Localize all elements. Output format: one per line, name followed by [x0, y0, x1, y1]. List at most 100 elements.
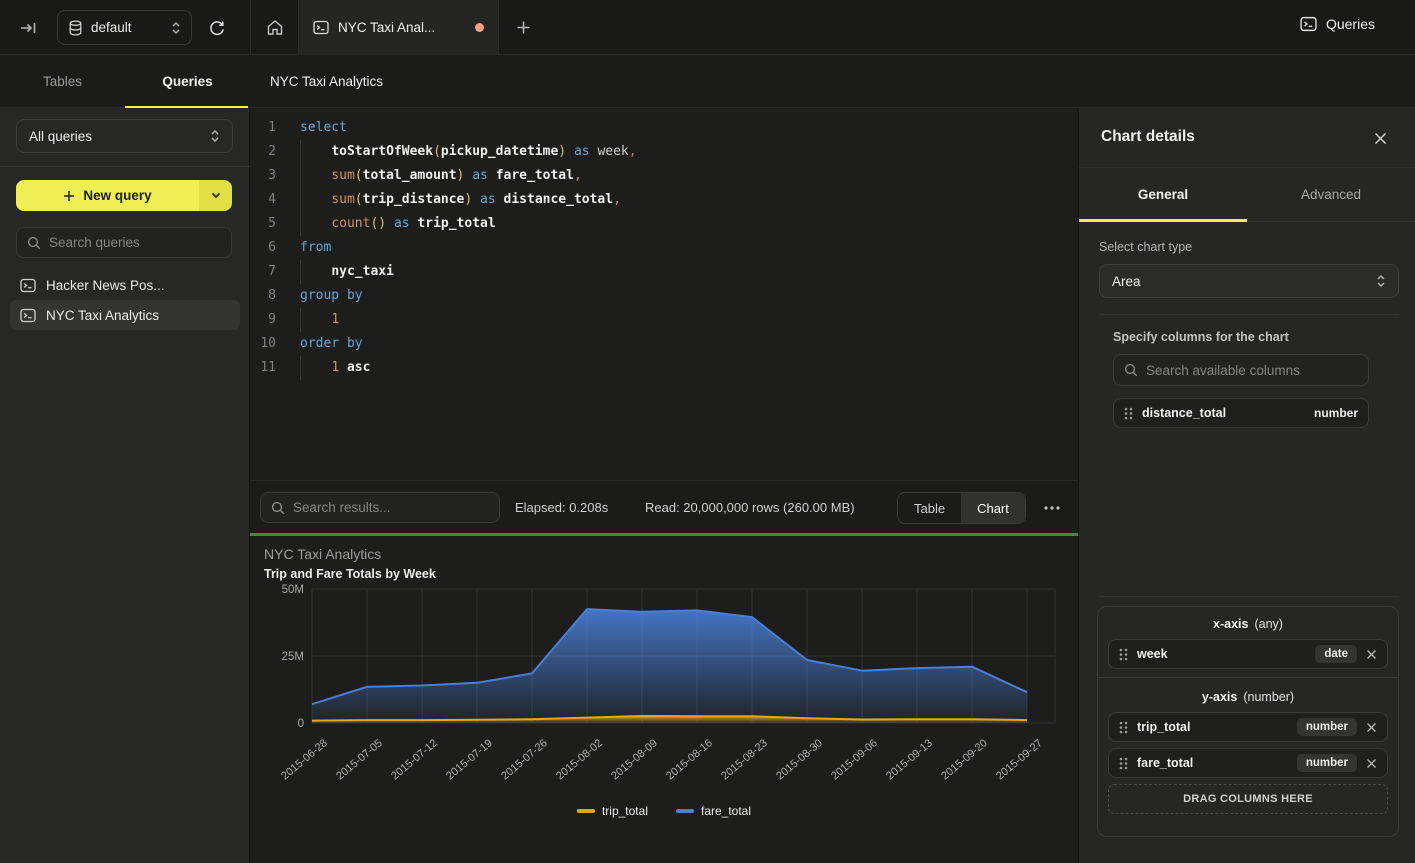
- collapse-sidebar-button[interactable]: [18, 18, 40, 38]
- query-title: NYC Taxi Analytics: [270, 55, 383, 108]
- query-filter-select[interactable]: All queries: [16, 119, 233, 153]
- new-query-options-button[interactable]: [199, 180, 232, 211]
- drag-columns-dropzone[interactable]: DRAG COLUMNS HERE: [1108, 784, 1388, 814]
- close-icon: [1373, 131, 1388, 146]
- sql-editor[interactable]: 1234567891011 select toStartOfWeek(picku…: [250, 108, 1078, 480]
- divider: [1099, 314, 1399, 315]
- svg-text:2015-09-13: 2015-09-13: [884, 737, 935, 782]
- ellipsis-icon: [1043, 505, 1061, 511]
- results-search: [260, 492, 500, 523]
- home-button[interactable]: [251, 0, 299, 55]
- chart-details-panel: Chart details General Advanced Select ch…: [1078, 108, 1415, 863]
- svg-text:2015-09-27: 2015-09-27: [994, 737, 1045, 782]
- line-numbers: 1234567891011: [250, 116, 276, 380]
- x-axis-items: weekdate: [1098, 637, 1398, 669]
- code-line: toStartOfWeek(pickup_datetime) as week,: [288, 140, 1070, 164]
- queries-label: Queries: [1326, 16, 1375, 32]
- sidebar-tab-tables[interactable]: Tables: [0, 55, 125, 108]
- y-axis-header: y-axis (number): [1098, 680, 1398, 710]
- new-query-button[interactable]: New query: [16, 180, 199, 211]
- saved-query-label: Hacker News Pos...: [46, 278, 165, 293]
- drag-handle-icon[interactable]: [1119, 721, 1128, 734]
- column-chip-fare_total[interactable]: fare_total number: [1108, 748, 1388, 778]
- tab-advanced[interactable]: Advanced: [1247, 168, 1415, 221]
- remove-column-button[interactable]: [1366, 649, 1377, 660]
- refresh-button[interactable]: [205, 16, 229, 40]
- x-axis-header: x-axis (any): [1098, 607, 1398, 637]
- sidebar-tab-queries[interactable]: Queries: [125, 55, 250, 108]
- topbar-database-selector[interactable]: default: [57, 10, 192, 45]
- unsaved-dot: [475, 23, 484, 32]
- chart-section: NYC Taxi Analytics Trip and Fare Totals …: [250, 536, 1078, 863]
- column-chip-week[interactable]: weekdate: [1108, 639, 1388, 669]
- view-toggle-chart[interactable]: Chart: [961, 493, 1025, 523]
- column-name: trip_total: [1137, 720, 1288, 734]
- terminal-icon: [20, 308, 36, 323]
- code-line: nyc_taxi: [288, 260, 1070, 284]
- svg-text:2015-07-26: 2015-07-26: [499, 737, 550, 782]
- tab-nyc-taxi-analytics[interactable]: NYC Taxi Anal...: [299, 0, 499, 55]
- code-line: from: [288, 236, 1070, 260]
- more-options-button[interactable]: [1040, 499, 1064, 517]
- chart-type-label: Select chart type: [1099, 240, 1192, 254]
- tab-title: NYC Taxi Anal...: [338, 20, 466, 35]
- sql-code: select toStartOfWeek(pickup_datetime) as…: [288, 116, 1070, 380]
- line-number: 4: [250, 188, 276, 212]
- svg-text:2015-09-06: 2015-09-06: [829, 737, 880, 782]
- column-type-badge: number: [1297, 754, 1357, 772]
- indent-guide: [300, 212, 301, 236]
- x-axis-hint: (any): [1254, 617, 1282, 631]
- sidebar-tabs: Tables Queries: [0, 55, 250, 108]
- line-number: 9: [250, 308, 276, 332]
- plus-icon: [63, 190, 75, 202]
- svg-text:50M: 50M: [282, 584, 304, 596]
- line-number: 2: [250, 140, 276, 164]
- new-tab-button[interactable]: [499, 0, 547, 55]
- code-line: 1: [288, 308, 1070, 332]
- chart-details-tabs: General Advanced: [1079, 168, 1415, 222]
- svg-text:2015-06-28: 2015-06-28: [279, 737, 330, 782]
- database-icon: [68, 20, 83, 36]
- queries-nav-link[interactable]: Queries: [1300, 16, 1375, 32]
- query-search: [16, 227, 232, 258]
- remove-column-button[interactable]: [1366, 758, 1377, 769]
- saved-query-item[interactable]: NYC Taxi Analytics: [10, 300, 240, 330]
- chart-type-select[interactable]: Area: [1099, 264, 1399, 298]
- line-number: 8: [250, 284, 276, 308]
- line-number: 11: [250, 356, 276, 380]
- code-line: 1 asc: [288, 356, 1070, 380]
- search-icon: [271, 501, 285, 515]
- drag-handle-icon[interactable]: [1124, 407, 1133, 420]
- results-search-input[interactable]: [293, 500, 489, 515]
- remove-column-button[interactable]: [1366, 722, 1377, 733]
- view-toggle-table[interactable]: Table: [898, 493, 961, 523]
- column-name: fare_total: [1137, 756, 1288, 770]
- legend-marker: [577, 809, 595, 813]
- indent-guide: [300, 164, 301, 188]
- column-type-badge: number: [1314, 406, 1358, 420]
- indent-guide: [300, 140, 301, 164]
- line-number: 6: [250, 236, 276, 260]
- saved-query-item[interactable]: Hacker News Pos...: [10, 270, 240, 300]
- svg-text:0: 0: [298, 718, 304, 730]
- new-query-button-group: New query: [16, 180, 232, 211]
- columns-search-input[interactable]: [1146, 363, 1358, 378]
- top-bar: default NYC Taxi Anal...: [0, 0, 1415, 55]
- legend-item-fare_total[interactable]: fare_total: [676, 804, 751, 818]
- x-axis-title: x-axis: [1213, 617, 1248, 631]
- drag-handle-icon[interactable]: [1119, 648, 1128, 661]
- column-chip-distance_total[interactable]: distance_totalnumber: [1113, 398, 1369, 428]
- column-chip-trip_total[interactable]: trip_totalnumber: [1108, 712, 1388, 742]
- svg-text:2015-08-16: 2015-08-16: [664, 737, 715, 782]
- search-icon: [27, 236, 41, 250]
- tab-general[interactable]: General: [1079, 168, 1247, 221]
- drag-handle-icon[interactable]: [1119, 757, 1128, 770]
- terminal-icon: [313, 20, 329, 35]
- query-search-input[interactable]: [49, 235, 221, 250]
- arrow-to-bar-icon: [20, 20, 38, 36]
- close-panel-button[interactable]: [1371, 129, 1389, 147]
- indent-guide: [300, 188, 301, 212]
- search-icon: [1124, 363, 1138, 377]
- chart-title: NYC Taxi Analytics: [264, 546, 381, 562]
- legend-item-trip_total[interactable]: trip_total: [577, 804, 648, 818]
